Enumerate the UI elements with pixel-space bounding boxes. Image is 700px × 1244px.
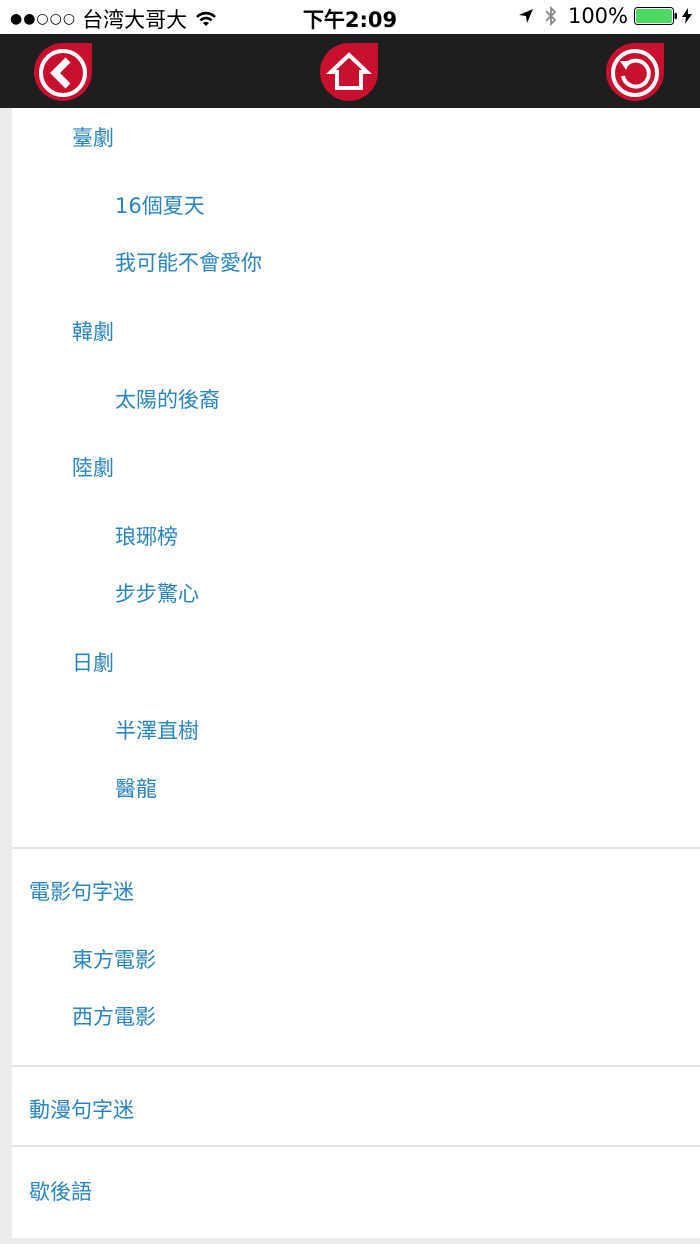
battery-percent: 100% — [567, 4, 628, 28]
category-movie-quotes[interactable]: 電影句字迷 — [29, 876, 134, 906]
top-toolbar — [0, 34, 700, 108]
menu-item-descendants-of-the-sun[interactable]: 太陽的後裔 — [115, 384, 220, 414]
category-xiehouyu[interactable]: 歇後語 — [29, 1176, 92, 1206]
status-right: 100% — [518, 4, 692, 28]
divider — [12, 1065, 700, 1067]
category-anime-quotes[interactable]: 動漫句字迷 — [29, 1094, 134, 1124]
category-taiwan-drama[interactable]: 臺劇 — [72, 122, 114, 152]
menu-item-eastern-movies[interactable]: 東方電影 — [72, 944, 156, 974]
bluetooth-icon — [545, 6, 557, 26]
home-button[interactable] — [319, 42, 379, 102]
category-china-drama[interactable]: 陸劇 — [72, 452, 114, 482]
battery-icon — [634, 7, 677, 25]
status-bar: ●●○○○ 台湾大哥大 下午2:09 100% — [0, 0, 700, 34]
menu-item-western-movies[interactable]: 西方電影 — [72, 1001, 156, 1031]
menu-item-hanzawa-naoki[interactable]: 半澤直樹 — [115, 715, 199, 745]
menu-item-16-summers[interactable]: 16個夏天 — [115, 190, 205, 220]
charging-bolt-icon — [682, 8, 692, 24]
menu-item-iryu[interactable]: 醫龍 — [115, 773, 157, 803]
category-korean-drama[interactable]: 韓劇 — [72, 316, 114, 346]
menu-item-i-may-not-love-you[interactable]: 我可能不會愛你 — [115, 247, 262, 277]
category-japanese-drama[interactable]: 日劇 — [72, 647, 114, 677]
divider — [12, 847, 700, 849]
menu-item-nirvana-in-fire[interactable]: 琅琊榜 — [115, 521, 178, 551]
menu-item-scarlet-heart[interactable]: 步步驚心 — [115, 578, 199, 608]
back-button[interactable] — [33, 42, 93, 102]
menu-panel: 臺劇 16個夏天 我可能不會愛你 韓劇 太陽的後裔 陸劇 琅琊榜 步步驚心 日劇… — [12, 108, 700, 1238]
refresh-button[interactable] — [605, 42, 665, 102]
divider — [12, 1145, 700, 1147]
location-arrow-icon — [518, 9, 533, 23]
